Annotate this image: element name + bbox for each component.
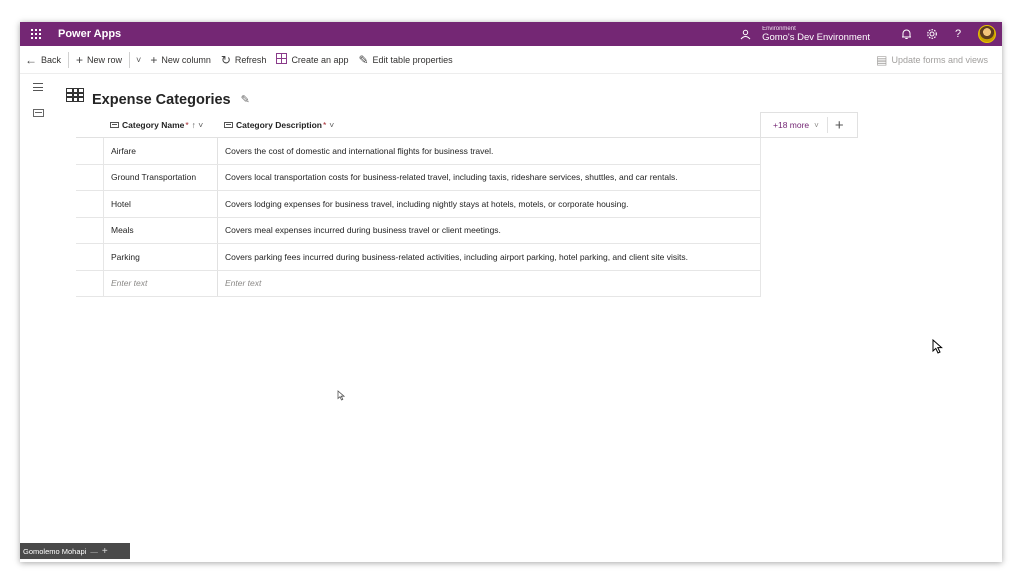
back-arrow-icon: ← xyxy=(25,52,37,67)
refresh-icon: ↻ xyxy=(220,52,231,67)
cell-category-description[interactable]: Covers the cost of domestic and internat… xyxy=(217,138,761,164)
page-title: Expense Categories xyxy=(92,92,231,108)
waffle-icon xyxy=(31,29,41,39)
required-marker: * xyxy=(322,119,327,130)
cell-category-name[interactable]: Hotel xyxy=(103,191,217,217)
create-app-label: Create an app xyxy=(291,54,349,65)
plus-icon: + xyxy=(76,52,84,67)
pencil-icon: ✎ xyxy=(358,52,369,67)
page-header: Expense Categories ✎ xyxy=(66,82,250,108)
column-header-category-description[interactable]: Category Description * ˅ xyxy=(217,112,761,137)
environment-picker[interactable]: Environment Gomo's Dev Environment xyxy=(762,26,870,43)
divider xyxy=(68,51,70,68)
edit-table-properties-button[interactable]: ✎ Edit table properties xyxy=(353,46,457,74)
table-row[interactable]: Parking Covers parking fees incurred dur… xyxy=(76,244,761,271)
presenter-name: Gomolemo Mohapi xyxy=(23,546,87,556)
column-header-category-name[interactable]: Category Name * ↑ ˅ xyxy=(103,112,217,137)
app-header: Power Apps Environment Gomo's Dev Enviro… xyxy=(20,22,1002,46)
update-forms-label: Update forms and views xyxy=(891,54,988,65)
refresh-label: Refresh xyxy=(234,54,267,65)
divider xyxy=(129,51,131,68)
table-row[interactable]: Meals Covers meal expenses incurred duri… xyxy=(76,217,761,244)
plus-icon[interactable]: + xyxy=(102,546,108,557)
app-grid-icon xyxy=(276,53,288,66)
new-row-chevron-down-icon[interactable]: ˅ xyxy=(132,55,145,65)
new-column-label: New column xyxy=(161,54,211,65)
required-marker: * xyxy=(185,119,189,130)
row-selector[interactable] xyxy=(76,244,103,270)
left-rail xyxy=(20,74,56,562)
cell-category-description[interactable]: Covers meal expenses incurred during bus… xyxy=(217,217,761,243)
edit-title-pencil-icon[interactable]: ✎ xyxy=(241,93,250,106)
table-row[interactable]: Airfare Covers the cost of domestic and … xyxy=(76,138,761,165)
more-columns-button[interactable]: +18 more ˅ xyxy=(761,120,819,130)
new-category-name-input[interactable]: Enter text xyxy=(103,270,217,296)
row-selector[interactable] xyxy=(76,191,103,217)
row-selector xyxy=(76,271,103,297)
divider xyxy=(826,117,828,133)
notifications-bell-icon[interactable] xyxy=(894,22,918,46)
hamburger-icon xyxy=(33,83,43,91)
new-category-description-input[interactable]: Enter text xyxy=(217,270,761,296)
refresh-button[interactable]: ↻ Refresh xyxy=(216,46,272,74)
rail-table-button[interactable] xyxy=(20,100,56,126)
grid-header-row: Category Name * ↑ ˅ Category Description… xyxy=(76,112,761,138)
row-selector[interactable] xyxy=(76,218,103,244)
new-row-button[interactable]: + New row xyxy=(71,46,127,74)
plus-icon: + xyxy=(150,52,158,67)
minimize-icon[interactable]: — xyxy=(90,547,98,556)
text-column-icon xyxy=(224,121,233,128)
row-selector[interactable] xyxy=(76,138,103,164)
cell-category-description[interactable]: Covers parking fees incurred during busi… xyxy=(217,244,761,270)
presenter-name-tag: Gomolemo Mohapi — + xyxy=(20,543,130,559)
secondary-pointer-icon xyxy=(337,390,345,401)
new-row[interactable]: Enter text Enter text xyxy=(76,270,761,297)
back-label: Back xyxy=(41,54,62,65)
text-column-icon xyxy=(110,121,119,128)
app-window: Power Apps Environment Gomo's Dev Enviro… xyxy=(20,22,1002,562)
chevron-down-icon: ˅ xyxy=(814,120,819,130)
command-bar: ← Back + New row ˅ + New column ↻ Refres… xyxy=(20,46,1002,74)
cell-category-description[interactable]: Covers local transportation costs for bu… xyxy=(217,164,761,190)
add-column-plus-icon[interactable]: + xyxy=(835,118,844,133)
back-button[interactable]: ← Back xyxy=(20,46,66,74)
cell-category-name[interactable]: Meals xyxy=(103,217,217,243)
environment-name: Gomo's Dev Environment xyxy=(762,31,870,43)
environment-icon[interactable] xyxy=(738,27,752,41)
update-forms-button[interactable]: ▤ Update forms and views xyxy=(871,46,1002,74)
new-row-label: New row xyxy=(87,54,123,65)
sort-ascending-icon: ↑ ˅ xyxy=(191,119,204,130)
help-question-icon[interactable]: ? xyxy=(946,22,970,46)
mouse-pointer-icon xyxy=(932,339,943,354)
select-all-cell[interactable] xyxy=(76,112,103,137)
table-row[interactable]: Hotel Covers lodging expenses for busine… xyxy=(76,191,761,218)
cell-category-name[interactable]: Ground Transportation xyxy=(103,164,217,190)
cell-category-name[interactable]: Airfare xyxy=(103,138,217,164)
column-label: Category Description xyxy=(236,119,322,130)
cell-category-description[interactable]: Covers lodging expenses for business tra… xyxy=(217,191,761,217)
app-launcher-button[interactable] xyxy=(20,22,52,46)
environment-label: Environment xyxy=(762,25,796,32)
data-grid: Category Name * ↑ ˅ Category Description… xyxy=(76,112,761,297)
settings-gear-icon[interactable] xyxy=(920,22,944,46)
cell-category-name[interactable]: Parking xyxy=(103,244,217,270)
edit-table-label: Edit table properties xyxy=(372,54,453,65)
create-app-button[interactable]: Create an app xyxy=(271,46,353,74)
more-columns-header: +18 more ˅ + xyxy=(760,112,858,138)
table-row[interactable]: Ground Transportation Covers local trans… xyxy=(76,164,761,191)
chevron-down-icon: ˅ xyxy=(329,119,335,130)
forms-icon: ▤ xyxy=(876,52,888,67)
new-column-button[interactable]: + New column xyxy=(145,46,216,74)
column-label: Category Name xyxy=(122,119,185,130)
row-selector[interactable] xyxy=(76,165,103,191)
user-avatar[interactable] xyxy=(978,25,996,43)
more-columns-label: +18 more xyxy=(773,120,810,130)
app-name[interactable]: Power Apps xyxy=(58,28,121,40)
text-field-icon xyxy=(32,109,44,117)
nav-menu-button[interactable] xyxy=(20,74,56,100)
table-icon xyxy=(66,88,84,102)
